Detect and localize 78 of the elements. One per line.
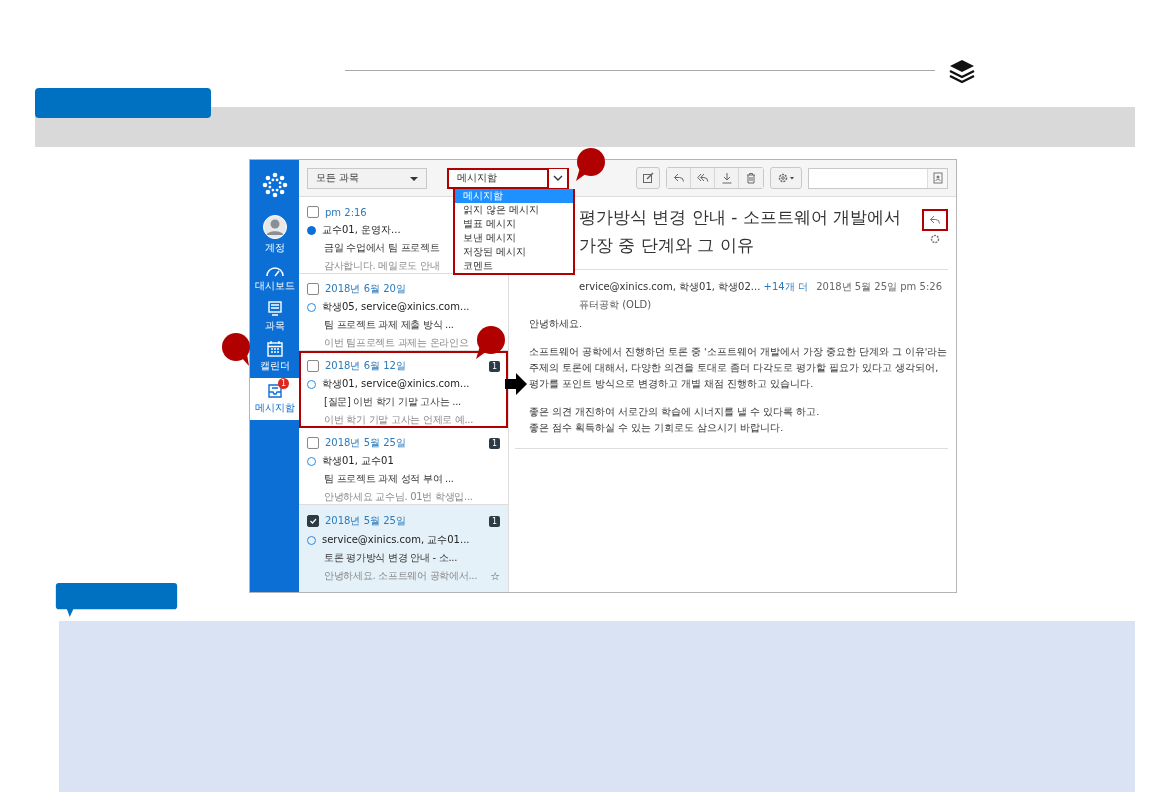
search-field[interactable] <box>808 167 948 189</box>
message-subject: 팀 프로젝트 과제 제출 방식 ... <box>323 318 454 332</box>
nav-label: 과목 <box>264 319 285 333</box>
settings-icon <box>777 172 795 184</box>
message-preview: 안녕하세요 교수님. 01번 학생입... <box>324 490 473 504</box>
reply-icon <box>929 214 941 226</box>
message-date: 2018년 5월 25일 <box>325 514 406 528</box>
inbox-icon <box>265 383 284 399</box>
message-date: 2018년 6월 12일 <box>325 359 406 373</box>
message-count-badge: 1 <box>488 360 500 372</box>
logo-icon <box>261 172 288 198</box>
message-subject: 금일 수업에서 팀 프로젝트 <box>323 241 440 255</box>
message-participants: 학생01, service@xinics.com... <box>322 377 470 391</box>
nav-item[interactable]: 과목 <box>250 298 299 336</box>
callout-marker <box>476 326 506 360</box>
message-participants: 교수01, 운영자... <box>322 223 401 237</box>
trash-icon <box>745 172 757 184</box>
checkbox[interactable] <box>307 283 319 295</box>
checkbox[interactable] <box>307 206 319 218</box>
nav-label: 대시보드 <box>254 279 295 293</box>
message-timestamp: 2018년 5월 25일 pm 5:26 <box>816 280 942 294</box>
message-subject: [질문] 이번 학기 기말 고사는 ... <box>323 395 461 409</box>
chevron-button[interactable] <box>547 168 567 188</box>
read-status-dot[interactable] <box>307 225 316 235</box>
message-preview: 이번 학기 기말 고사는 언제로 예... <box>324 413 474 427</box>
callout-marker <box>576 148 606 182</box>
message-row[interactable]: 2018년 5월 25일 1 service@xinics.com, 교수01... 토론 평가방식 변경 안내 - 소... 안녕하세요. 소프트웨어 공학에서... ☆ <box>299 505 508 592</box>
more-recipients-link[interactable]: +14개 더 <box>763 281 808 292</box>
message-paragraph: 소프트웨어 공학에서 진행하던 토론 중 '소프트웨어 개발에서 가장 중요한 단계와 그 이유'라는 주제의 토론에 대해서, 다양한 의견을 토대로 좀더 다각도로 평가할 필요가 있다고 생각되어, 평가를 포인트 방식으로 변경하고 개별 채점 진행하고 있습니다. <box>528 345 948 391</box>
message-title: 평가방식 변경 안내 - 소프트웨어 개발에서 가장 중 단계와 그 이유 <box>579 206 903 257</box>
message-count-badge: 1 <box>488 437 500 449</box>
nav-item[interactable]: 메시지함 1 <box>250 378 299 420</box>
nav-item[interactable]: 캘린더 <box>250 338 299 376</box>
message-preview: 안녕하세요. 소프트웨어 공학에서... <box>324 569 478 583</box>
nav-label: 캘린더 <box>259 359 290 373</box>
reply-all-icon <box>696 172 709 184</box>
message-date: 2018년 5월 25일 <box>325 436 406 450</box>
settings-button[interactable] <box>770 167 802 189</box>
message-participants: 학생01, 교수01 <box>322 454 394 468</box>
message-preview: 감사합니다. 메일로도 안내 <box>324 259 440 273</box>
nav-item[interactable]: 대시보드 <box>250 260 299 296</box>
nav-item[interactable]: 계정 <box>250 212 299 258</box>
message-row[interactable]: 2018년 6월 12일 1 학생01, service@xinics.com... [질문] 이번 학기 기말 고사는 ... 이번 학기 기말 고사는 언제로 예... <box>299 351 508 428</box>
compose-button[interactable] <box>636 167 660 189</box>
reply-icon <box>672 172 685 184</box>
message-date: pm 2:16 <box>325 206 367 218</box>
message-count-badge: 1 <box>488 515 500 527</box>
message-subject: 팀 프로젝트 과제 성적 부여 ... <box>323 472 454 486</box>
message-subject: 토론 평가방식 변경 안내 - 소... <box>323 551 458 565</box>
mailbox-select[interactable]: 메시지함 <box>447 167 569 189</box>
message-participants: 학생05, service@xinics.com... <box>322 300 470 314</box>
message-participants: service@xinics.com, 교수01... <box>322 533 470 547</box>
message-preview: 이번 팀프로젝트 과제는 온라인으 <box>324 336 469 350</box>
download-icon <box>720 172 733 184</box>
contact-card-icon <box>931 172 944 184</box>
nav-label: 계정 <box>264 241 285 255</box>
reply-button[interactable] <box>922 209 948 231</box>
avatar-icon <box>262 215 287 239</box>
checkbox[interactable] <box>307 437 319 449</box>
callout-marker <box>221 333 251 367</box>
checkbox[interactable] <box>307 360 319 372</box>
calendar-icon <box>266 341 283 357</box>
message-paragraph: 좋은 의견 개진하여 서로간의 학습에 시너지를 낼 수 있다록 하고. 좋은 점수 획득하실 수 있는 기회로도 삼으시기 바랍니다. <box>528 405 821 435</box>
star-toggle[interactable]: ☆ <box>490 569 500 583</box>
pointer-arrow <box>505 373 527 395</box>
course-select[interactable]: 모든 과목 <box>307 167 427 189</box>
course-name: 퓨터공학 (OLD) <box>579 298 652 312</box>
address-book-button[interactable] <box>927 168 947 188</box>
unread-badge: 1 <box>278 378 289 389</box>
message-recipients: ervice@xinics.com, 학생01, 학생02... +14개 더 <box>579 280 808 294</box>
monitor-icon <box>266 301 283 317</box>
message-paragraph: 안녕하세요. <box>528 317 584 331</box>
settings-icon <box>929 233 941 245</box>
checkbox[interactable] <box>307 515 319 527</box>
nav-label: 메시지함 <box>254 401 295 415</box>
pencil-icon <box>642 172 654 184</box>
checkmark-icon <box>309 517 317 525</box>
message-date: 2018년 6월 20일 <box>325 282 406 296</box>
